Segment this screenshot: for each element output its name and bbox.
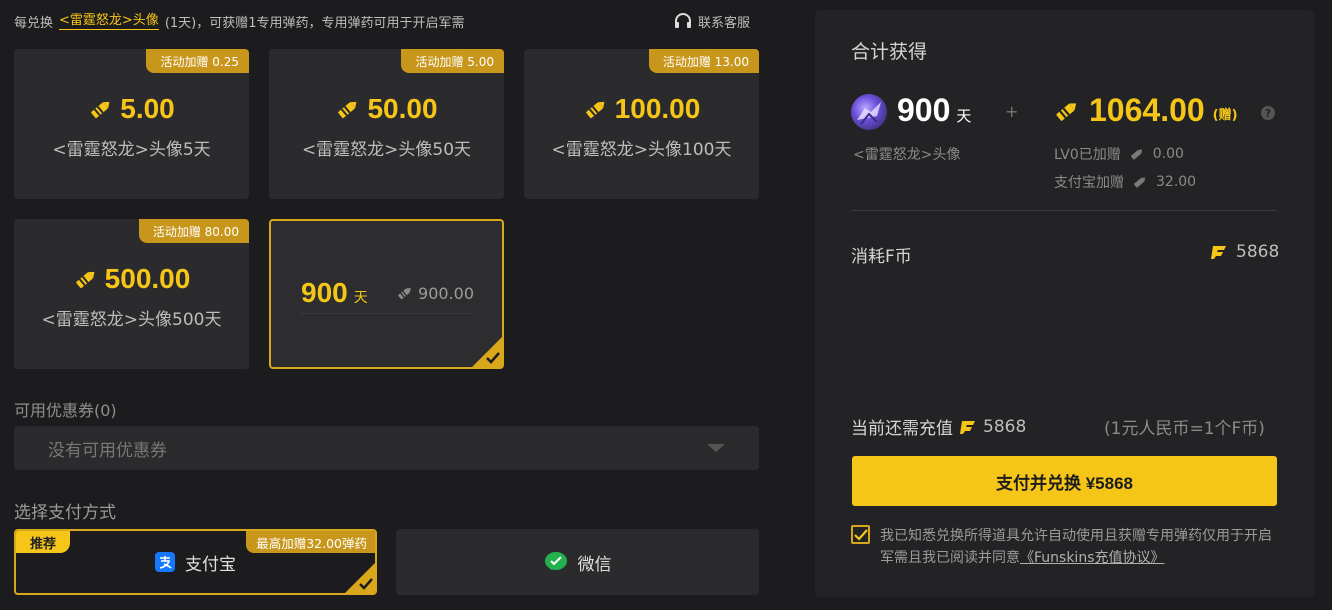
package-card-50[interactable]: 活动加赠 5.00 50.00 <雷霆怒龙>头像50天 [269, 49, 504, 199]
ammo-icon [396, 284, 414, 302]
exchange-info: 每兑换 <雷霆怒龙>头像 (1天)，可获赠1专用弹药，专用弹药可用于开启军需 [14, 10, 465, 32]
agreement-link[interactable]: 《Funskins充值协议》 [1020, 550, 1165, 566]
package-desc: <雷霆怒龙>头像500天 [41, 310, 222, 330]
recommend-badge: 推荐 [16, 531, 71, 553]
payment-label: 选择支付方式 [14, 503, 116, 523]
custom-days-card[interactable]: 900 天 900.00 [269, 219, 504, 369]
package-amount: 100.00 [524, 93, 759, 125]
summary-days: 900 天 [897, 92, 971, 129]
ammo-icon [335, 96, 361, 122]
alipay-bonus-badge: 最高加赠32.00弹药 [246, 531, 375, 553]
custom-days-row: 900 天 900.00 [301, 277, 474, 314]
package-amount-value: 50.00 [367, 93, 438, 124]
summary-total: 1064.00 (赠) [1053, 92, 1238, 129]
alipay-bonus-label: 支付宝加赠 [1054, 175, 1124, 191]
lv-bonus-row: LV0已加赠 0.00 [1054, 144, 1184, 164]
consume-amount: 5868 [1236, 242, 1280, 262]
alipay-bonus-row: 支付宝加赠 32.00 [1054, 172, 1196, 192]
need-recharge: 当前还需充值 5868 [851, 414, 1027, 440]
exchange-info-prefix: 每兑换 [14, 15, 54, 31]
wechat-label: 微信 [577, 554, 612, 575]
agreement: 我已知悉兑换所得道具允许自动使用且获赠专用弹药仅用于开启军需且我已阅读并同意《F… [851, 525, 1280, 569]
ammo-icon [1132, 174, 1148, 190]
contact-service-label: 联系客服 [698, 15, 751, 31]
selected-check-icon [345, 563, 375, 593]
alipay-icon [155, 552, 175, 572]
agreement-checkbox[interactable] [851, 525, 870, 544]
package-card-500[interactable]: 活动加赠 80.00 500.00 <雷霆怒龙>头像500天 [14, 219, 249, 369]
alipay-label: 支付宝 [185, 554, 236, 575]
pay-method-wechat[interactable]: 微信 [396, 529, 759, 595]
ammo-icon [583, 96, 609, 122]
fcoin-icon [1210, 243, 1228, 261]
package-amount-value: 100.00 [614, 93, 701, 124]
lv-bonus-value: 0.00 [1152, 146, 1184, 162]
item-link[interactable]: <雷霆怒龙>头像 [59, 13, 159, 30]
coupon-placeholder: 没有可用优惠券 [48, 440, 167, 461]
package-amount-value: 5.00 [120, 93, 175, 124]
fcoin-icon [959, 418, 977, 436]
package-desc: <雷霆怒龙>头像100天 [551, 140, 732, 160]
package-desc: <雷霆怒龙>头像5天 [52, 140, 211, 160]
coupon-select[interactable]: 没有可用优惠券 [14, 426, 759, 470]
ammo-icon [1053, 97, 1081, 125]
pay-method-alipay[interactable]: 推荐 最高加赠32.00弹药 支付宝 [14, 529, 377, 595]
summary-total-value: 1064.00 [1089, 92, 1205, 128]
gift-label: (赠) [1212, 108, 1238, 123]
pay-exchange-button[interactable]: 支付并兑换 ¥5868 [852, 456, 1277, 506]
need-recharge-value: 5868 [983, 416, 1027, 437]
package-desc: <雷霆怒龙>头像50天 [301, 140, 472, 160]
coupon-label: 可用优惠券(0) [14, 401, 117, 420]
package-card-100[interactable]: 活动加赠 13.00 100.00 <雷霆怒龙>头像100天 [524, 49, 759, 199]
custom-price-value: 900.00 [418, 283, 474, 303]
summary-item-name: <雷霆怒龙>头像 [853, 147, 961, 163]
package-amount-value: 500.00 [104, 263, 191, 294]
ammo-icon [88, 96, 114, 122]
summary-days-unit: 天 [956, 107, 972, 125]
bonus-badge: 活动加赠 5.00 [401, 49, 504, 73]
bonus-badge: 活动加赠 80.00 [138, 219, 249, 243]
custom-price: 900.00 [396, 284, 474, 303]
summary-days-value: 900 [897, 92, 951, 128]
exchange-rate: (1元人民币=1个F币) [1104, 419, 1265, 439]
need-recharge-label: 当前还需充值 [851, 419, 953, 439]
package-amount: 50.00 [269, 93, 504, 125]
alipay-bonus-value: 32.00 [1156, 174, 1197, 190]
package-amount: 500.00 [14, 263, 249, 295]
custom-days-unit: 天 [353, 290, 368, 306]
bonus-badge: 活动加赠 0.25 [146, 49, 249, 73]
summary-divider [851, 210, 1277, 211]
ammo-icon [73, 266, 99, 292]
consume-label: 消耗F币 [851, 247, 912, 267]
wechat-icon [544, 551, 568, 573]
item-avatar [851, 94, 887, 130]
plus-sign: + [1005, 102, 1019, 121]
headset-icon [674, 13, 692, 29]
contact-service-link[interactable]: 联系客服 [674, 10, 750, 32]
bonus-badge: 活动加赠 13.00 [648, 49, 759, 73]
lv-bonus-label: LV0已加赠 [1054, 147, 1121, 163]
package-amount: 5.00 [14, 93, 249, 125]
package-card-5[interactable]: 活动加赠 0.25 5.00 <雷霆怒龙>头像5天 [14, 49, 249, 199]
agreement-text: 我已知悉兑换所得道具允许自动使用且获赠专用弹药仅用于开启军需且我已阅读并同意《F… [880, 525, 1280, 569]
consume-value: 5868 [1210, 242, 1279, 262]
ammo-icon [1129, 146, 1145, 162]
help-icon[interactable]: ? [1261, 106, 1275, 120]
exchange-info-suffix: (1天)，可获赠1专用弹药，专用弹药可用于开启军需 [164, 15, 465, 31]
custom-days-value: 900 [301, 277, 348, 308]
chevron-down-icon [707, 444, 725, 452]
summary-title: 合计获得 [851, 41, 928, 63]
selected-check-icon [472, 337, 502, 367]
